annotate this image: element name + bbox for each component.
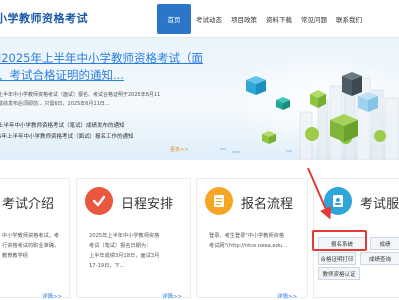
- summary-line-1: 上半年中小学教师资格考试（面试）报名、考试合格证明于2025年6月11: [0, 92, 161, 98]
- id-card-icon: [324, 187, 352, 215]
- iso-cube-green-small: [262, 131, 276, 144]
- checkmark-icon: [85, 187, 113, 215]
- score-query-button[interactable]: 成绩查询: [360, 252, 399, 265]
- card-detail-link[interactable]: 详情>>: [162, 292, 182, 300]
- headline-news-link[interactable]: l2025年上半年中小学教师资格考试（面 、考试合格证明的通知...: [0, 50, 208, 84]
- main-nav: 首页 考试动态 项目政策 资料下载 常见问题 联系我们: [157, 4, 366, 34]
- iso-box-lightblue: [358, 92, 378, 112]
- card-registration-process: 报名流程 登录、考生登录"中小学教师资格 考试网"(http://ntce.ne…: [196, 178, 308, 300]
- iso-cube-blue: [246, 76, 266, 95]
- nav-item-downloads[interactable]: 资料下载: [262, 4, 296, 34]
- hero-banner: l2025年上半年中小学教师资格考试（面 、考试合格证明的通知... 上半年中小…: [0, 38, 399, 160]
- teacher-cert-button[interactable]: 教师资格认证: [318, 267, 360, 280]
- headline-line-2: 、考试合格证明的通知...: [0, 68, 124, 82]
- summary-line-2: 成绩发布后须即前... 只需6日，2025年6月11日...: [0, 101, 110, 107]
- card-exam-intro: 考试介绍 中小学教师资格考试。考 行资格考试的职业准确， 教育教学经 详情>>: [0, 178, 70, 300]
- card-text: 中小学教师资格考试。考 行资格考试的职业准确， 教育教学经: [2, 233, 60, 259]
- score-query-partial-button[interactable]: 成绩: [370, 237, 399, 250]
- cert-print-button[interactable]: 合格证明打印: [318, 252, 356, 265]
- iso-cube-green-large: [330, 114, 358, 142]
- nav-item-policy[interactable]: 项目政策: [227, 4, 261, 34]
- card-text: 2025年上半年中小学教师资格 考试（笔试）报名日期为： 上半年成绩3月18日，…: [89, 233, 160, 269]
- nav-item-home[interactable]: 首页: [157, 4, 191, 34]
- top-bar: 小学教师资格考试 首页 考试动态 项目政策 资料下载 常见问题 联系我们: [0, 0, 399, 38]
- more-news-link[interactable]: 更多>>: [170, 146, 188, 153]
- news-item[interactable]: 5年上半年中小学教师资格考试（面试）报名工作的通知: [0, 132, 198, 143]
- ground-dashes: [220, 148, 292, 153]
- site-title[interactable]: 小学教师资格考试: [0, 10, 88, 26]
- iso-cube-teal-small: [276, 97, 290, 110]
- nav-item-exam-news[interactable]: 考试动态: [192, 4, 226, 34]
- card-detail-link[interactable]: 详情>>: [277, 292, 297, 300]
- iso-box-dark: [342, 72, 362, 96]
- card-schedule: 日程安排 2025年上半年中小学教师资格 考试（笔试）报名日期为： 上半年成绩3…: [76, 178, 191, 300]
- nav-item-contact[interactable]: 联系我们: [332, 4, 366, 34]
- card-title: 考试服务: [360, 197, 399, 212]
- news-list: 上半年中小学教师资格考试（笔试）成绩发布的通知 5年上半年中小学教师资格考试（面…: [0, 121, 198, 143]
- headline-summary: 上半年中小学教师资格考试（面试）报名、考试合格证明于2025年6月11 成绩发布…: [0, 91, 208, 109]
- headline-line-1: l2025年上半年中小学教师资格考试（面: [0, 51, 203, 65]
- card-title: 考试介绍: [2, 197, 55, 212]
- service-cards: 考试介绍 中小学教师资格考试。考 行资格考试的职业准确， 教育教学经 详情>> …: [0, 160, 399, 300]
- card-title: 日程安排: [121, 197, 174, 212]
- nav-item-faq[interactable]: 常见问题: [297, 4, 331, 34]
- card-text: 登录、考生登录"中小学教师资格 考试网"(http://ntce.neea.ed…: [209, 233, 288, 249]
- registration-button-highlight: [312, 230, 367, 251]
- news-item[interactable]: 上半年中小学教师资格考试（笔试）成绩发布的通知: [0, 121, 198, 132]
- card-detail-link[interactable]: 详情>>: [42, 292, 62, 300]
- form-icon: [205, 187, 233, 215]
- card-title: 报名流程: [241, 197, 294, 212]
